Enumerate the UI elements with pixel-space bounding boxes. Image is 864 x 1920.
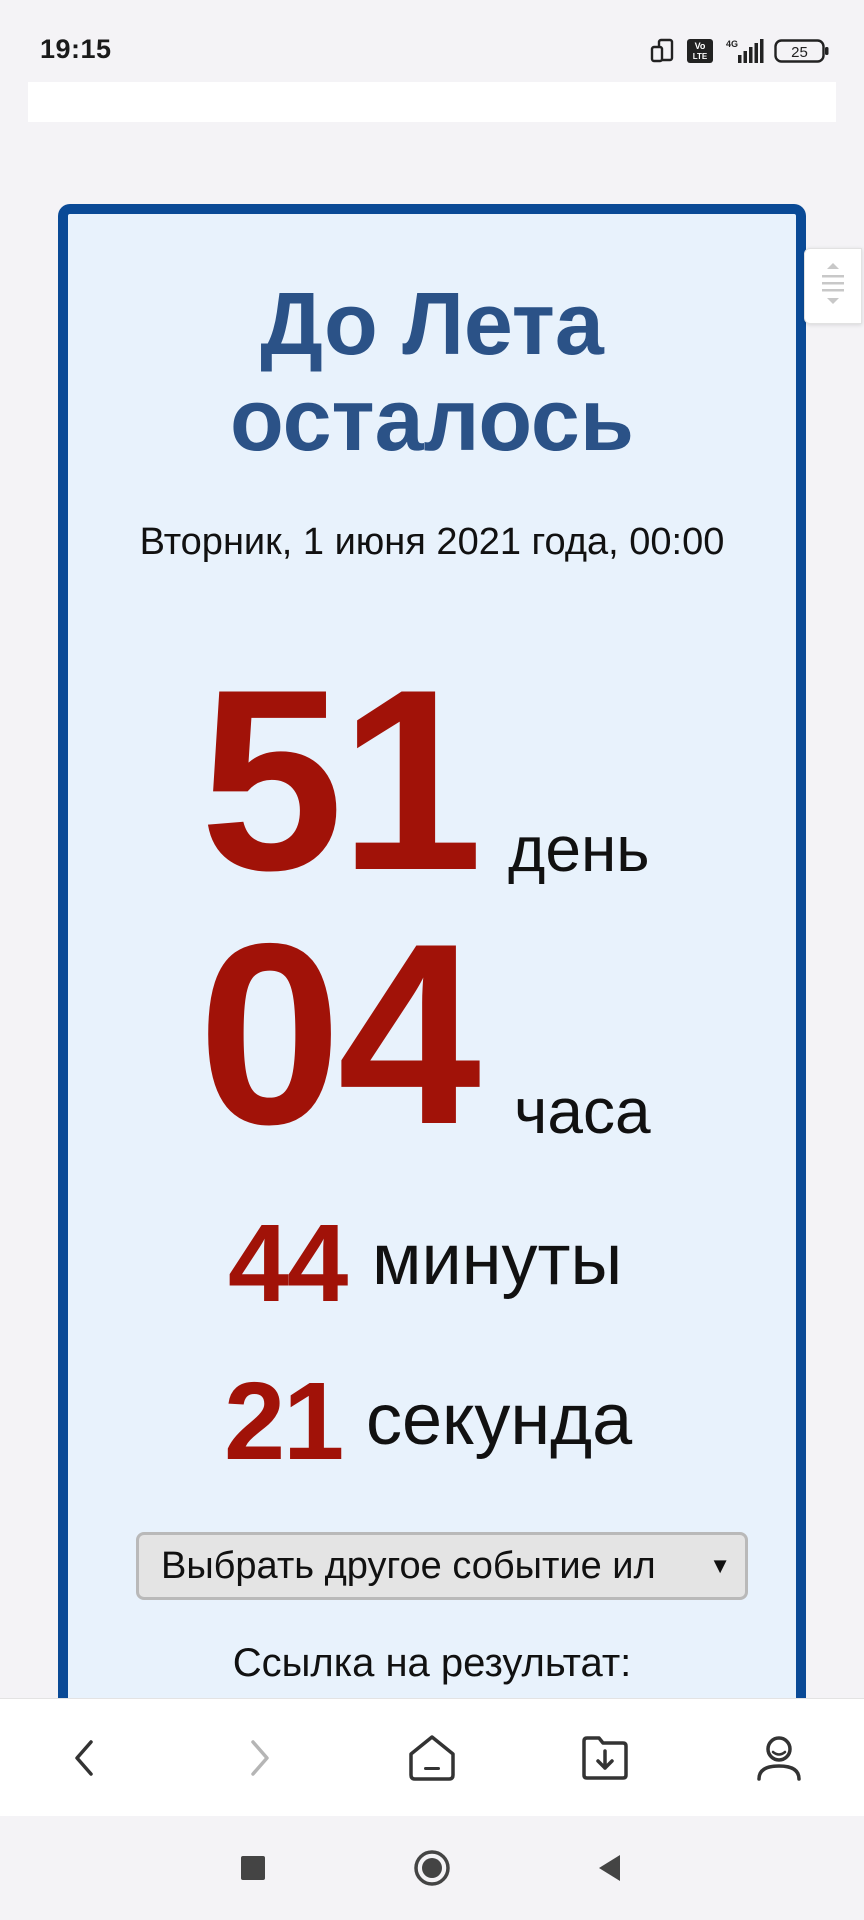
- network-type-label: 4G: [726, 39, 738, 49]
- days-unit: день: [508, 813, 650, 885]
- back-button[interactable]: [50, 1723, 120, 1793]
- android-home-button[interactable]: [402, 1838, 462, 1898]
- minutes-unit: минуты: [372, 1220, 623, 1300]
- status-time: 19:15: [40, 34, 112, 64]
- hours-unit: часа: [514, 1075, 651, 1147]
- downloads-button[interactable]: [570, 1723, 640, 1793]
- forward-button[interactable]: [224, 1723, 294, 1793]
- scroll-handle-icon: [822, 263, 844, 304]
- home-icon: [409, 1735, 455, 1781]
- dropdown-arrow-icon: ▼: [709, 1553, 731, 1578]
- downloads-icon: [582, 1736, 628, 1780]
- result-link-label: Ссылка на результат:: [232, 1641, 632, 1685]
- top-card: [28, 82, 836, 122]
- profile-icon: [757, 1736, 801, 1781]
- recents-icon: [241, 1856, 265, 1880]
- home-circle-icon: [414, 1850, 450, 1886]
- battery-icon: 25: [774, 38, 830, 64]
- target-date: Вторник, 1 июня 2021 года, 00:00: [139, 521, 725, 563]
- seconds-unit: секунда: [366, 1380, 633, 1460]
- android-back-button[interactable]: [580, 1838, 640, 1898]
- signal-icon: 4G: [724, 37, 764, 65]
- page-title: До Лета осталось: [230, 274, 634, 469]
- scroll-handle[interactable]: [804, 248, 862, 324]
- countdown-panel: До Лета осталось Вторник, 1 июня 2021 го…: [58, 204, 806, 1724]
- screen-rotate-icon: [650, 38, 676, 64]
- back-icon: [75, 1740, 93, 1776]
- android-nav-bar: [0, 1816, 864, 1920]
- svg-text:Vo: Vo: [695, 41, 706, 51]
- browser-toolbar: [0, 1698, 864, 1817]
- forward-icon: [251, 1740, 269, 1776]
- svg-text:LTE: LTE: [693, 52, 708, 61]
- status-icons: Vo LTE 4G 25: [650, 36, 830, 66]
- status-bar: 19:15 Vo LTE 4G 25: [0, 0, 864, 84]
- event-select-label: Выбрать другое событие ил: [161, 1545, 656, 1587]
- back-triangle-icon: [599, 1855, 620, 1881]
- home-button[interactable]: [397, 1723, 467, 1793]
- battery-level: 25: [791, 44, 808, 61]
- event-select[interactable]: Выбрать другое событие ил ▼: [136, 1532, 748, 1600]
- seconds-value: 21: [224, 1360, 344, 1483]
- hours-value: 04: [198, 889, 481, 1178]
- profile-button[interactable]: [744, 1723, 814, 1793]
- recents-button[interactable]: [223, 1838, 283, 1898]
- volte-icon: Vo LTE: [686, 38, 714, 64]
- minutes-value: 44: [228, 1202, 348, 1325]
- screen: 19:15 Vo LTE 4G 25 До Лета осталось Втор…: [0, 0, 864, 1920]
- days-value: 51: [200, 635, 483, 924]
